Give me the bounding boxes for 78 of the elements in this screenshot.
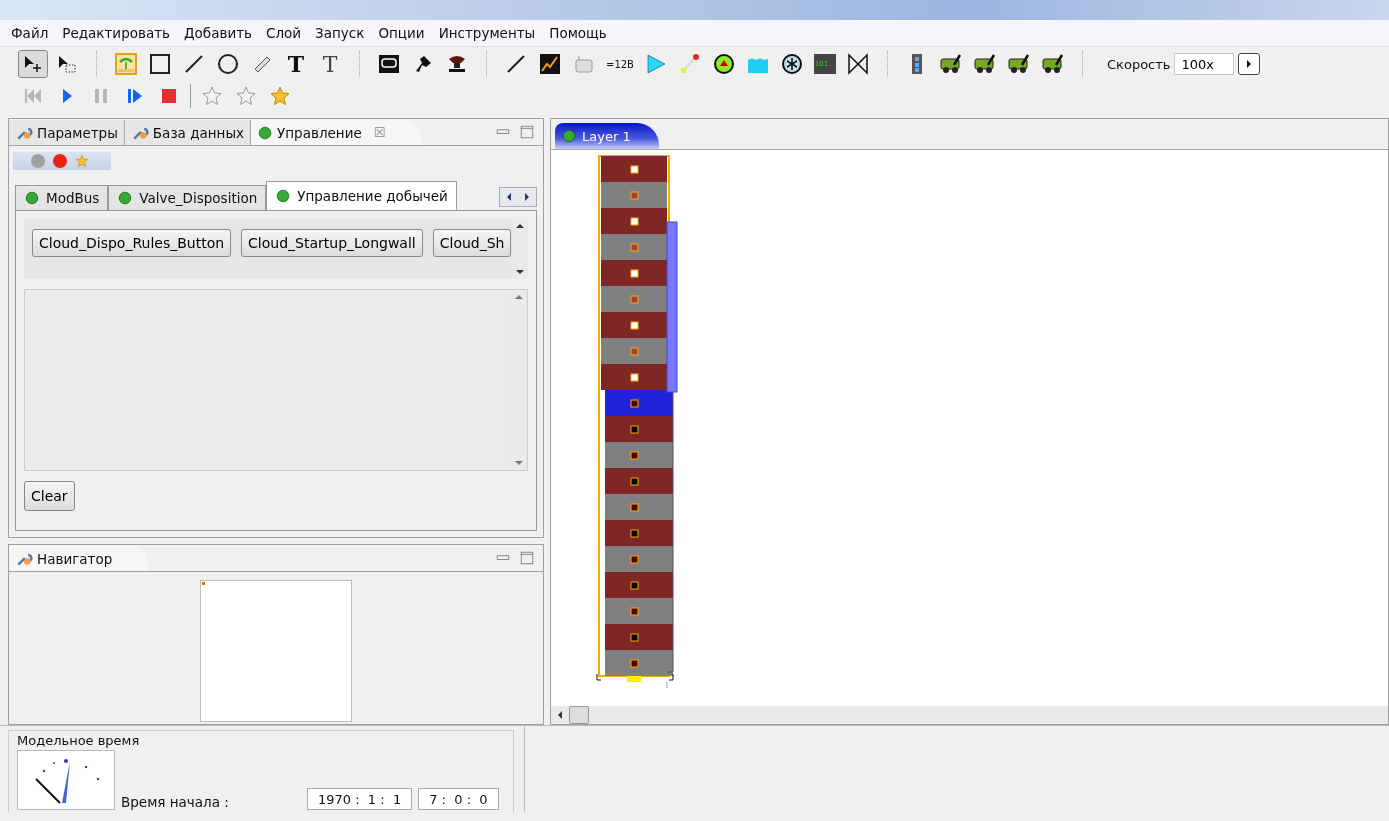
tool-button[interactable] (18, 50, 48, 78)
menu-item[interactable]: Добавить (177, 23, 259, 43)
horizontal-scrollbar[interactable] (551, 706, 1388, 724)
status-dot[interactable] (31, 154, 45, 168)
caret-icon (516, 269, 524, 275)
menu-item[interactable]: Помощь (542, 23, 614, 43)
group-title: Модельное время (17, 733, 141, 748)
conveyor-icon (378, 53, 400, 75)
menu-item[interactable]: Инструменты (431, 23, 543, 43)
triangle-icon (645, 53, 667, 75)
text-tool[interactable]: T (315, 50, 345, 78)
rectangle-icon (149, 53, 171, 75)
clear-button[interactable]: Clear (24, 481, 75, 511)
circle-icon (217, 53, 239, 75)
pen-icon (679, 53, 701, 75)
command-button[interactable]: Cloud_Sh (432, 229, 512, 257)
truck-icon (940, 53, 962, 75)
truck-icon (1042, 53, 1064, 75)
speed-label: Скорость (1107, 56, 1171, 72)
close-icon[interactable]: ☒ (373, 125, 386, 140)
star-outline-icon (201, 85, 223, 107)
command-button[interactable]: Cloud_Startup_Longwall (241, 229, 423, 257)
vertical-scrollbar[interactable] (512, 219, 528, 279)
label-tool[interactable]: =12B (603, 50, 637, 78)
ball-icon (275, 188, 292, 204)
marquee-select-icon (56, 53, 78, 75)
ball-icon (561, 128, 577, 144)
caret-icon (1246, 60, 1253, 68)
maximize-icon (519, 550, 535, 566)
panel-tab[interactable]: Параметры (9, 120, 125, 145)
star-icon (75, 154, 89, 168)
speed-field[interactable]: 100x (1174, 53, 1235, 75)
ball-icon (257, 124, 274, 141)
caret-icon (524, 193, 530, 201)
chart-icon (539, 53, 561, 75)
truck-icon (974, 53, 996, 75)
panel-tab[interactable]: Управление ☒ (251, 120, 422, 145)
scrollbar-thumb[interactable] (569, 706, 589, 724)
asterisk-icon (781, 53, 803, 75)
menu-item[interactable]: Запуск (308, 23, 372, 43)
caret-icon (515, 294, 523, 300)
panel-tab[interactable]: Навигатор (9, 546, 149, 571)
date-field[interactable]: 1970 : 1 : 1 (307, 788, 413, 810)
clock-icon (17, 750, 115, 810)
star-icon (269, 85, 291, 107)
menu-item[interactable]: Слой (259, 23, 309, 43)
star-outline-icon (235, 85, 257, 107)
status-dot[interactable] (53, 154, 67, 168)
time-field[interactable]: 7 : 0 : 0 (418, 788, 499, 810)
pointer-icon (22, 53, 44, 75)
caret-icon (506, 193, 512, 201)
menu-item[interactable]: Редактировать (55, 23, 178, 43)
valve-icon (847, 53, 869, 75)
caret-icon (516, 223, 524, 229)
line-icon (505, 53, 527, 75)
layer-tab[interactable]: Layer 1 (555, 123, 659, 149)
ball-icon (24, 190, 40, 206)
caret-icon (515, 460, 523, 466)
tab[interactable]: ModBus (15, 185, 109, 210)
truck-icon (1008, 53, 1030, 75)
tab[interactable]: Valve_Disposition (108, 185, 267, 210)
roof-support-icon (446, 53, 468, 75)
line-icon (183, 53, 205, 75)
command-button[interactable]: Cloud_Dispo_Rules_Button (32, 229, 232, 257)
panel-tab[interactable]: База данных (124, 120, 252, 145)
palm-picture-icon (115, 53, 137, 75)
scroll-left-button[interactable] (500, 188, 518, 206)
menu-item[interactable]: Опции (371, 23, 432, 43)
start-time-label: Время начала : (121, 794, 230, 810)
text-tool[interactable]: T (281, 50, 311, 78)
speed-button[interactable] (1238, 53, 1261, 75)
menu-item[interactable]: Файл (4, 23, 56, 43)
maximize-icon (519, 124, 535, 140)
scroll-right-button[interactable] (518, 188, 536, 206)
caret-icon (557, 711, 563, 719)
tab[interactable]: Управление добычей (266, 181, 457, 210)
machine-icon (573, 53, 595, 75)
ball-icon (117, 190, 134, 206)
